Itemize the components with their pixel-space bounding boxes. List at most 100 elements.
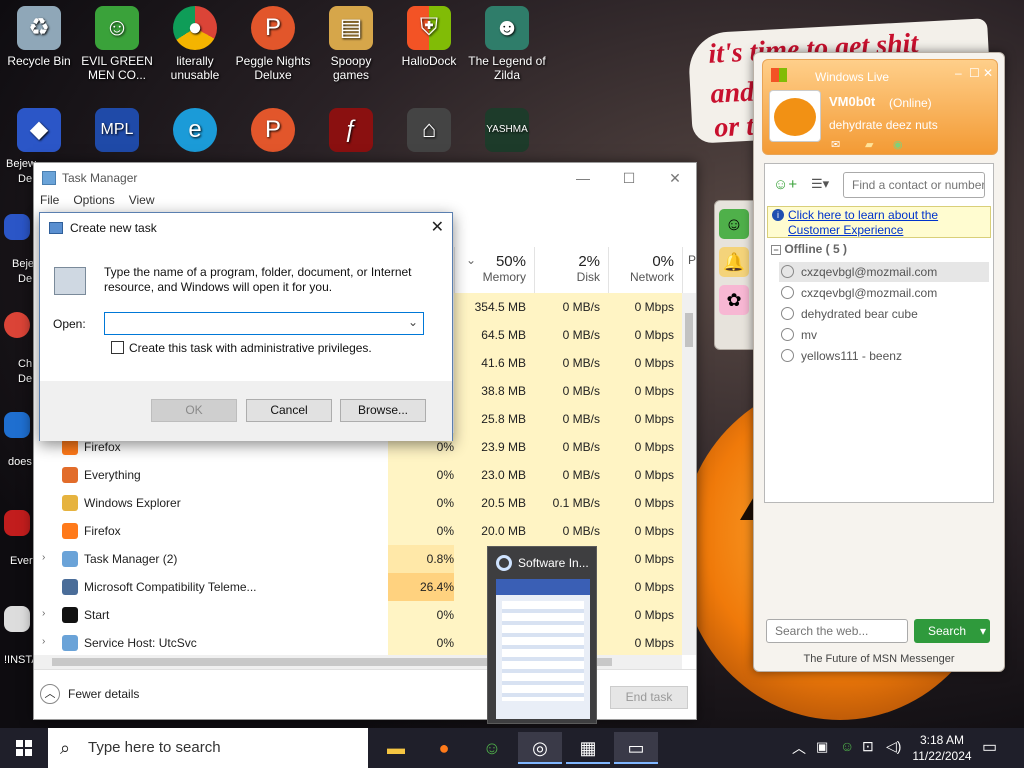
contact-list-item[interactable]: dehydrated bear cube bbox=[779, 304, 989, 324]
desktop-icon-evil-green-men[interactable]: ☺ EVIL GREEN MEN CO... bbox=[78, 6, 156, 82]
banner-line-2: and bbox=[709, 76, 755, 110]
chevron-down-icon[interactable]: ⌄ bbox=[408, 315, 418, 329]
folder-icon[interactable]: ▰ bbox=[865, 138, 873, 151]
desktop-icon-peggle[interactable]: P Peggle Nights Deluxe bbox=[234, 6, 312, 82]
desktop-icon-edge[interactable]: e bbox=[156, 108, 234, 156]
scrollbar-thumb[interactable] bbox=[685, 313, 693, 347]
ok-button[interactable]: OK bbox=[151, 399, 237, 422]
dialog-close-button[interactable]: ✕ bbox=[431, 217, 444, 237]
maximize-button[interactable]: ☐ bbox=[606, 163, 652, 193]
world-icon[interactable]: ◉ bbox=[893, 138, 903, 151]
desktop-icon-bejeweled[interactable]: ◆ bbox=[0, 108, 78, 156]
disk-cell: 0 MB/s bbox=[534, 377, 608, 405]
volume-icon[interactable]: ◁) bbox=[886, 738, 901, 755]
firefox-icon[interactable]: ● bbox=[422, 732, 466, 764]
list-options-icon[interactable]: ☰▾ bbox=[811, 176, 829, 192]
disk-cell: 0 MB/s bbox=[534, 349, 608, 377]
msn-messenger-window: Windows Live – ☐ ✕ VM0b0t (Online) dehyd… bbox=[753, 52, 1005, 672]
open-input[interactable] bbox=[109, 315, 399, 332]
contact-list-item[interactable]: mv bbox=[779, 325, 989, 345]
games-icon[interactable]: ✿ bbox=[719, 285, 749, 315]
desktop-icon-edge-left-1[interactable] bbox=[4, 214, 30, 244]
contact-list-item[interactable]: cxzqevbgl@mozmail.com bbox=[779, 283, 989, 303]
admin-checkbox-label[interactable]: Create this task with administrative pri… bbox=[129, 341, 372, 355]
desktop-icon-yashma[interactable]: YASHMA bbox=[468, 108, 546, 156]
dropdown-arrow-icon[interactable]: ▾ bbox=[980, 619, 986, 643]
desktop-icon-flash[interactable]: ƒ bbox=[312, 108, 390, 156]
contact-list-item[interactable]: cxzqevbgl@mozmail.com bbox=[779, 262, 989, 282]
menu-options[interactable]: Options bbox=[73, 193, 114, 213]
taskbar-search-box[interactable]: ⌕ Type here to search bbox=[48, 728, 368, 768]
notifications-icon[interactable]: ▭ bbox=[982, 737, 997, 757]
contacts-tab-icon[interactable]: ☺ bbox=[719, 209, 749, 239]
software-inspector-icon[interactable]: ◎ bbox=[518, 732, 562, 764]
msn-close-button[interactable]: ✕ bbox=[983, 66, 993, 80]
taskbar-thumbnail-preview[interactable]: Software In... bbox=[487, 546, 597, 724]
installer-icon bbox=[4, 606, 30, 632]
alerts-bell-icon[interactable]: 🔔 bbox=[719, 247, 749, 277]
desktop-icon-chrome[interactable]: ● literally unusable bbox=[156, 6, 234, 82]
table-row[interactable]: Windows Explorer 0% 20.5 MB 0.1 MB/s 0 Mbps bbox=[34, 489, 684, 517]
avatar[interactable] bbox=[769, 90, 821, 142]
run-taskbar-icon[interactable]: ▭ bbox=[614, 732, 658, 764]
start-button[interactable] bbox=[0, 728, 48, 768]
desktop-icon-remote[interactable]: ⌂ bbox=[390, 108, 468, 156]
msn-username[interactable]: VM0b0t bbox=[829, 94, 875, 109]
desktop-icon-edge-left-5[interactable] bbox=[4, 606, 30, 636]
msn-maximize-button[interactable]: ☐ bbox=[969, 66, 980, 80]
msn-status[interactable]: (Online) bbox=[889, 96, 932, 110]
add-contact-icon[interactable]: ☺+ bbox=[773, 176, 797, 193]
end-task-button[interactable]: End task bbox=[610, 686, 688, 709]
table-row[interactable]: Firefox 0% 20.0 MB 0 MB/s 0 Mbps bbox=[34, 517, 684, 545]
desktop-icon-recycle-bin[interactable]: ♻ Recycle Bin bbox=[0, 6, 78, 68]
desktop-icon-hallodock[interactable]: ⛨ HalloDock bbox=[390, 6, 468, 68]
tray-msn-icon[interactable]: ☺ bbox=[840, 738, 854, 754]
msn-personal-message[interactable]: dehydrate deez nuts bbox=[829, 118, 938, 132]
menu-file[interactable]: File bbox=[40, 193, 59, 213]
dialog-titlebar[interactable]: Create new task ✕ bbox=[40, 213, 452, 243]
fewer-details-button[interactable]: ︿ Fewer details bbox=[40, 684, 139, 704]
msn-minimize-button[interactable]: – bbox=[955, 66, 962, 80]
desktop-icon-edge-left-2[interactable] bbox=[4, 312, 30, 342]
file-explorer-icon[interactable]: ▬ bbox=[374, 732, 418, 764]
offline-group-header[interactable]: − Offline ( 5 ) bbox=[771, 242, 847, 256]
desktop-icon-spoopy-games[interactable]: ▤ Spoopy games bbox=[312, 6, 390, 82]
mail-icon[interactable]: ✉ bbox=[831, 138, 840, 151]
clock[interactable]: 3:18 AM 11/22/2024 bbox=[910, 732, 974, 764]
cpu-cell: 0% bbox=[388, 461, 462, 489]
desktop-icon-edge-left-4[interactable] bbox=[4, 510, 30, 540]
info-link[interactable]: Click here to learn about the Customer E… bbox=[788, 208, 958, 238]
table-row[interactable]: Everything 0% 23.0 MB 0 MB/s 0 Mbps bbox=[34, 461, 684, 489]
admin-checkbox[interactable] bbox=[111, 341, 124, 354]
desktop-icon-label: EVIL GREEN MEN CO... bbox=[81, 54, 153, 82]
desktop-icon-legend-of-zilda[interactable]: ☻ The Legend of Zilda bbox=[468, 6, 546, 82]
bejeweled-icon: ◆ bbox=[17, 108, 61, 152]
column-power[interactable]: P bbox=[682, 247, 698, 293]
desktop-icon-label: Spoopy games bbox=[330, 54, 372, 82]
expand-chevron-icon: › bbox=[42, 608, 46, 619]
column-disk[interactable]: 2% Disk bbox=[534, 247, 608, 293]
menu-view[interactable]: View bbox=[129, 193, 155, 213]
edge-label: De bbox=[18, 273, 33, 285]
desktop-icon-peggle-2[interactable]: P bbox=[234, 108, 312, 156]
info-banner[interactable]: i Click here to learn about the Customer… bbox=[767, 206, 991, 238]
web-search-input[interactable] bbox=[766, 619, 908, 643]
chevron-up-icon[interactable]: ︿ bbox=[792, 738, 806, 758]
network-icon[interactable]: ⊡ bbox=[862, 738, 874, 755]
cancel-button[interactable]: Cancel bbox=[246, 399, 332, 422]
desktop-icon-edge-left-3[interactable] bbox=[4, 412, 30, 442]
msn-messenger-icon[interactable]: ☺ bbox=[470, 732, 514, 764]
vertical-scrollbar[interactable] bbox=[682, 293, 696, 655]
minimize-button[interactable]: — bbox=[560, 163, 606, 193]
find-contact-input[interactable] bbox=[843, 172, 985, 198]
open-combobox[interactable]: ⌄ bbox=[104, 312, 424, 335]
task-manager-taskbar-icon[interactable]: ▦ bbox=[566, 732, 610, 764]
contact-list-item[interactable]: yellows111 - beenz bbox=[779, 346, 989, 366]
tray-device-icon[interactable]: ▣ bbox=[816, 739, 828, 755]
web-search-button[interactable]: Search ▾ bbox=[914, 619, 990, 643]
desktop-icon-mpl[interactable]: MPL bbox=[78, 108, 156, 156]
column-network[interactable]: 0% Network bbox=[608, 247, 682, 293]
column-memory[interactable]: 50% Memory bbox=[454, 247, 534, 293]
browse-button[interactable]: Browse... bbox=[340, 399, 426, 422]
close-button[interactable]: ✕ bbox=[652, 163, 698, 193]
